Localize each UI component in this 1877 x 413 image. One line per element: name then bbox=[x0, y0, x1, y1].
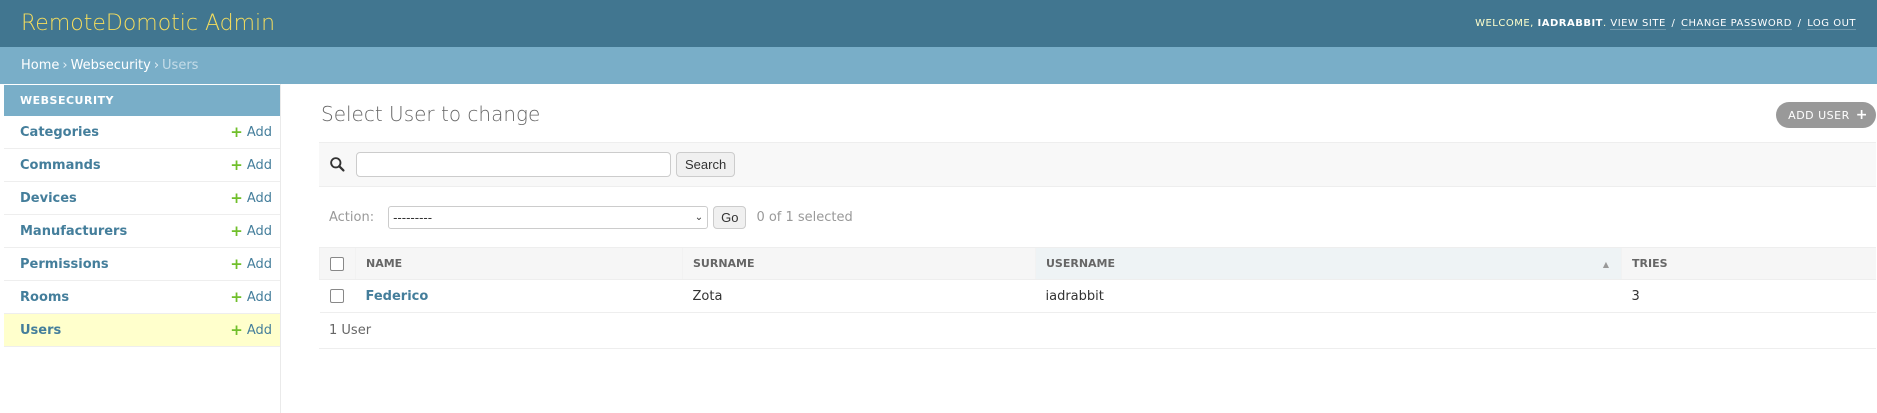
add-label: Add bbox=[246, 223, 272, 239]
sidebar-item-permissions: Permissions + Add bbox=[4, 248, 280, 281]
change-password-link[interactable]: Change password bbox=[1681, 18, 1792, 30]
search-icon bbox=[330, 157, 345, 172]
sidebar-item-label[interactable]: Rooms bbox=[20, 290, 69, 305]
add-user-button[interactable]: Add user + bbox=[1776, 102, 1876, 128]
welcome-text: Welcome, bbox=[1475, 18, 1534, 29]
add-label: Add bbox=[246, 322, 272, 338]
column-header-username[interactable]: Username ▲ bbox=[1035, 247, 1622, 280]
column-header-surname[interactable]: Surname bbox=[682, 247, 1036, 280]
sidebar-add-link[interactable]: + Add bbox=[230, 254, 272, 273]
paginator: 1 User bbox=[319, 313, 1876, 349]
sidebar-add-link[interactable]: + Add bbox=[230, 320, 272, 339]
sidebar-item-manufacturers: Manufacturers + Add bbox=[4, 215, 280, 248]
column-header-name[interactable]: Name bbox=[355, 247, 683, 280]
nav-sidebar: Websecurity Categories + Add Commands + Ad… bbox=[0, 84, 281, 413]
add-label: Add bbox=[246, 124, 272, 140]
select-all-header bbox=[319, 247, 356, 280]
action-label: Action: bbox=[329, 209, 375, 225]
plus-icon: + bbox=[230, 155, 243, 174]
separator: / bbox=[1671, 18, 1676, 29]
search-toolbar: Search bbox=[319, 142, 1876, 187]
add-user-label: Add user bbox=[1788, 108, 1850, 122]
cell-name: Federico bbox=[355, 279, 683, 313]
column-header-label: Username bbox=[1046, 257, 1116, 270]
search-button[interactable]: Search bbox=[676, 152, 736, 177]
sidebar-add-link[interactable]: + Add bbox=[230, 287, 272, 306]
plus-icon: + bbox=[230, 254, 243, 273]
cell-surname: Zota bbox=[682, 279, 1036, 313]
sidebar-add-link[interactable]: + Add bbox=[230, 188, 272, 207]
object-tools: Add user + bbox=[1776, 102, 1876, 128]
sidebar-item-label[interactable]: Users bbox=[20, 323, 61, 338]
sort-ascending-icon[interactable]: ▲ bbox=[1603, 260, 1609, 269]
row-select-cell bbox=[319, 279, 356, 313]
row-checkbox[interactable] bbox=[329, 289, 344, 303]
chevron-down-icon: ⌄ bbox=[694, 211, 704, 223]
add-label: Add bbox=[246, 256, 272, 272]
search-input[interactable] bbox=[356, 152, 671, 177]
sidebar-item-label[interactable]: Commands bbox=[20, 158, 101, 173]
add-label: Add bbox=[246, 157, 272, 173]
cell-tries: 3 bbox=[1621, 279, 1876, 313]
add-label: Add bbox=[246, 289, 272, 305]
breadcrumb-current: Users bbox=[162, 58, 199, 73]
separator: / bbox=[1797, 18, 1802, 29]
breadcrumb-app[interactable]: Websecurity bbox=[71, 58, 151, 73]
sidebar-item-label[interactable]: Permissions bbox=[20, 257, 109, 272]
plus-icon: + bbox=[230, 221, 243, 240]
page-title: Select User to change bbox=[321, 102, 541, 126]
sidebar-item-users: Users + Add bbox=[4, 314, 280, 347]
result-list: Name Surname Username ▲ Tries Federico Zo… bbox=[319, 247, 1876, 313]
sidebar-add-link[interactable]: + Add bbox=[230, 122, 272, 141]
site-brand[interactable]: RemoteDomotic Admin bbox=[21, 11, 275, 36]
user-tools: Welcome, iadrabbit. View site / Change p… bbox=[1475, 18, 1856, 30]
sidebar-item-label[interactable]: Categories bbox=[20, 125, 99, 140]
username-label: iadrabbit bbox=[1537, 18, 1604, 29]
action-selected-value: --------- bbox=[393, 209, 433, 225]
plus-icon: + bbox=[230, 188, 243, 207]
action-select[interactable]: --------- ⌄ bbox=[388, 205, 709, 229]
table-header-row: Name Surname Username ▲ Tries bbox=[319, 247, 1876, 280]
breadcrumb: Home › Websecurity › Users bbox=[0, 47, 1877, 84]
sidebar-item-label[interactable]: Devices bbox=[20, 191, 77, 206]
breadcrumb-home[interactable]: Home bbox=[21, 58, 59, 73]
row-name-link[interactable]: Federico bbox=[366, 289, 429, 304]
actions-bar: Action: --------- ⌄ Go 0 of 1 selected bbox=[319, 187, 1876, 247]
view-site-link[interactable]: View site bbox=[1610, 18, 1666, 30]
plus-icon: + bbox=[230, 320, 243, 339]
sidebar-add-link[interactable]: + Add bbox=[230, 221, 272, 240]
action-counter: 0 of 1 selected bbox=[756, 209, 853, 225]
content-main: Select User to change Add user + Search … bbox=[281, 84, 1877, 413]
sidebar-item-rooms: Rooms + Add bbox=[4, 281, 280, 314]
header: RemoteDomotic Admin Welcome, iadrabbit. … bbox=[0, 0, 1877, 47]
sidebar-add-link[interactable]: + Add bbox=[230, 155, 272, 174]
sidebar-item-commands: Commands + Add bbox=[4, 149, 280, 182]
go-button[interactable]: Go bbox=[713, 205, 747, 229]
sidebar-item-categories: Categories + Add bbox=[4, 116, 280, 149]
breadcrumb-separator: › bbox=[62, 58, 68, 73]
select-all-checkbox[interactable] bbox=[330, 256, 344, 271]
column-header-tries[interactable]: Tries bbox=[1621, 247, 1876, 280]
cell-username: iadrabbit bbox=[1035, 279, 1622, 313]
sidebar-item-devices: Devices + Add bbox=[4, 182, 280, 215]
plus-icon: + bbox=[230, 287, 243, 306]
add-label: Add bbox=[246, 190, 272, 206]
plus-icon: + bbox=[230, 122, 243, 141]
log-out-link[interactable]: Log out bbox=[1807, 18, 1856, 30]
plus-icon: + bbox=[1855, 107, 1868, 123]
sidebar-item-label[interactable]: Manufacturers bbox=[20, 224, 127, 239]
module-caption[interactable]: Websecurity bbox=[4, 85, 280, 116]
table-row: Federico Zota iadrabbit 3 bbox=[319, 279, 1876, 313]
breadcrumb-separator: › bbox=[153, 58, 160, 73]
